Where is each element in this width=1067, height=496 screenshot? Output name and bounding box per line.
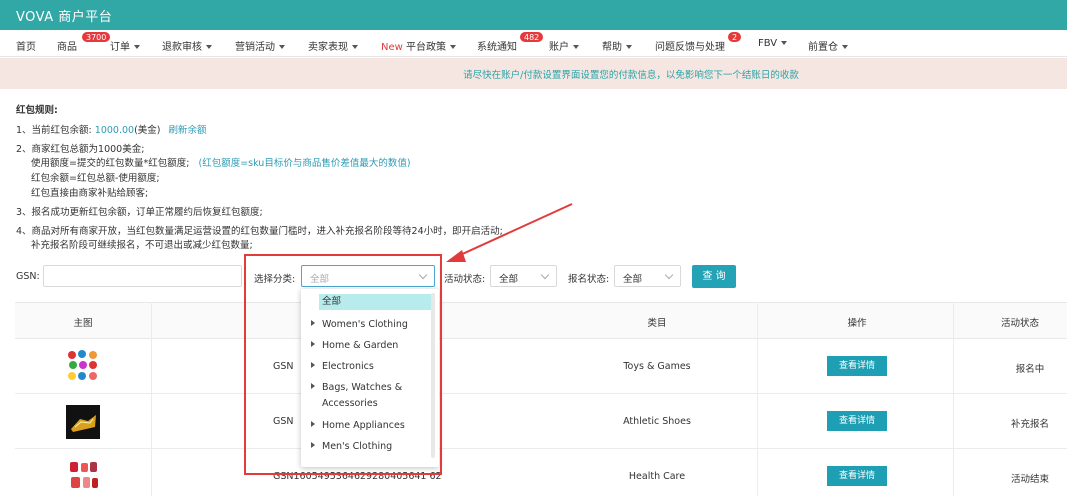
activity-status-select[interactable]: 全部 (490, 265, 557, 287)
chevron-down-icon (781, 41, 788, 45)
filter-bar: GSN: 选择分类: 全部 活动状态: 全部 报名状态: 全部 查 询 (0, 262, 1067, 292)
nav-fbv[interactable]: FBV (758, 38, 788, 49)
payment-notice-banner: 请尽快在账户/付款设置界面设置您的付款信息，以免影响您下一个结账日的收款 (0, 58, 1067, 89)
row-gsn: GSN (273, 416, 294, 427)
product-thumbnail[interactable] (66, 349, 100, 383)
dropdown-option[interactable]: Home Appliances (311, 420, 405, 431)
category-dropdown: 全部 Women's Clothing Home & Garden Electr… (301, 289, 439, 467)
row-category: Health Care (628, 471, 686, 482)
nav-account[interactable]: 账户 (549, 38, 579, 53)
category-select[interactable]: 全部 (301, 265, 435, 287)
view-details-button[interactable]: 查看详情 (827, 466, 887, 486)
row-category: Athletic Shoes (623, 416, 691, 427)
signup-status-select[interactable]: 全部 (614, 265, 681, 287)
caret-right-icon (311, 421, 315, 427)
signup-status-label: 报名状态: (568, 274, 610, 285)
caret-right-icon (311, 442, 315, 448)
balance-amount: 1000.00 (94, 125, 135, 136)
rule-subsidy: 红包直接由商家补贴给顾客; (31, 188, 149, 199)
rule-balance: 1、当前红包余额: 1000.00(美金) 刷新余额 (16, 125, 207, 136)
rule-3: 3、报名成功更新红包余额，订单正常履约后恢复红包额度; (16, 207, 263, 218)
chevron-down-icon (540, 270, 550, 280)
col-image: 主图 (73, 318, 93, 329)
refresh-balance-link[interactable]: 刷新余额 (169, 125, 207, 136)
table-header: 主图 类目 操作 活动状态 (15, 302, 1067, 339)
nav-orders[interactable]: 订单 (110, 38, 140, 53)
gsn-input[interactable] (43, 265, 242, 287)
chevron-down-icon (664, 270, 674, 280)
view-details-button[interactable]: 查看详情 (827, 411, 887, 431)
chevron-down-icon (842, 45, 848, 49)
notice-text[interactable]: 请尽快在账户/付款设置界面设置您的付款信息，以免影响您下一个结账日的收款 (0, 67, 1067, 81)
nav-feedback[interactable]: 问题反馈与处理 2 (655, 31, 743, 53)
row-gsn: GSN (273, 361, 294, 372)
products-badge: 3700 (81, 31, 112, 43)
nav-warehouse[interactable]: 前置仓 (808, 38, 848, 53)
chevron-down-icon (279, 45, 285, 49)
query-button[interactable]: 查 询 (692, 265, 736, 288)
dropdown-option[interactable]: Bags, Watches & (311, 382, 402, 393)
nav-marketing[interactable]: 营销活动 (235, 38, 285, 53)
feedback-badge: 2 (727, 31, 743, 43)
chevron-down-icon (206, 45, 212, 49)
dropdown-option[interactable]: Women's Clothing (311, 319, 408, 330)
row-gsn: GSN1605495364629280405641 62 (273, 471, 442, 482)
rule-balance-formula: 红包余额=红包总额-使用额度; (31, 173, 160, 184)
view-details-button[interactable]: 查看详情 (827, 356, 887, 376)
top-bar: VOVA 商户平台 (0, 0, 1067, 30)
row-status: 活动结束 (1010, 474, 1049, 485)
chevron-down-icon (134, 45, 140, 49)
rule-2: 2、商家红包总额为1000美金; (16, 144, 145, 155)
col-status: 活动状态 (1000, 318, 1039, 329)
dropdown-scrollbar[interactable] (431, 293, 435, 458)
row-category: Toys & Games (623, 361, 691, 372)
nav-home[interactable]: 首页 (16, 38, 36, 53)
row-status: 报名中 (1015, 364, 1045, 375)
rule-usage: 使用额度=提交的红包数量*红包额度; (红包额度=sku目标价与商品售价差值最大… (31, 158, 411, 169)
chevron-down-icon (418, 270, 428, 280)
caret-right-icon (311, 320, 315, 326)
dropdown-option[interactable]: Electronics (311, 361, 374, 372)
product-thumbnail[interactable] (66, 405, 100, 439)
rules-title: 红包规则: (16, 105, 58, 116)
category-label: 选择分类: (254, 274, 296, 285)
activity-status-label: 活动状态: (444, 274, 486, 285)
nav-platform-policy[interactable]: New 平台政策 (381, 38, 456, 53)
row-status: 补充报名 (1010, 419, 1049, 430)
table-row: GSN1605495364629280405641 62 Health Care… (15, 449, 1067, 496)
nav-products[interactable]: 商品 3700 (57, 31, 112, 53)
nav-refund-review[interactable]: 退款审核 (162, 38, 212, 53)
dropdown-option[interactable]: Men's Clothing (311, 441, 392, 452)
caret-right-icon (311, 362, 315, 368)
caret-right-icon (311, 383, 315, 389)
notice-badge: 482 (519, 31, 545, 43)
main-nav: 首页 商品 3700 订单 退款审核 营销活动 卖家表现 New 平台政策 系统通… (0, 30, 1067, 57)
brand-title: VOVA 商户平台 (16, 10, 113, 25)
col-action: 操作 (847, 318, 867, 329)
col-category: 类目 (647, 318, 667, 329)
table-row: GSN Athletic Shoes 查看详情 补充报名 (15, 394, 1067, 449)
rule-4-note: 补充报名阶段可继续报名，不可退出或减少红包数量; (31, 240, 253, 251)
dropdown-option-all[interactable]: 全部 (319, 294, 431, 310)
rule-4: 4、商品对所有商家开放，当红包数量满足运营设置的红包数量门槛时，进入补充报名阶段… (16, 226, 503, 237)
nav-help[interactable]: 帮助 (602, 38, 632, 53)
chevron-down-icon (352, 45, 358, 49)
dropdown-option[interactable]: Home & Garden (311, 340, 398, 351)
dropdown-option-continued[interactable]: Accessories (322, 398, 378, 409)
chevron-down-icon (573, 45, 579, 49)
nav-system-notice[interactable]: 系统通知 482 (477, 31, 545, 53)
gsn-label: GSN: (16, 271, 40, 282)
table-row: GSN Toys & Games 查看详情 报名中 (15, 339, 1067, 394)
nav-seller-performance[interactable]: 卖家表现 (308, 38, 358, 53)
activity-table: 主图 类目 操作 活动状态 GSN Toys & Games 查看详情 报名中 … (15, 302, 1067, 496)
product-thumbnail[interactable] (66, 459, 100, 493)
chevron-down-icon (450, 45, 456, 49)
caret-right-icon (311, 341, 315, 347)
chevron-down-icon (626, 45, 632, 49)
